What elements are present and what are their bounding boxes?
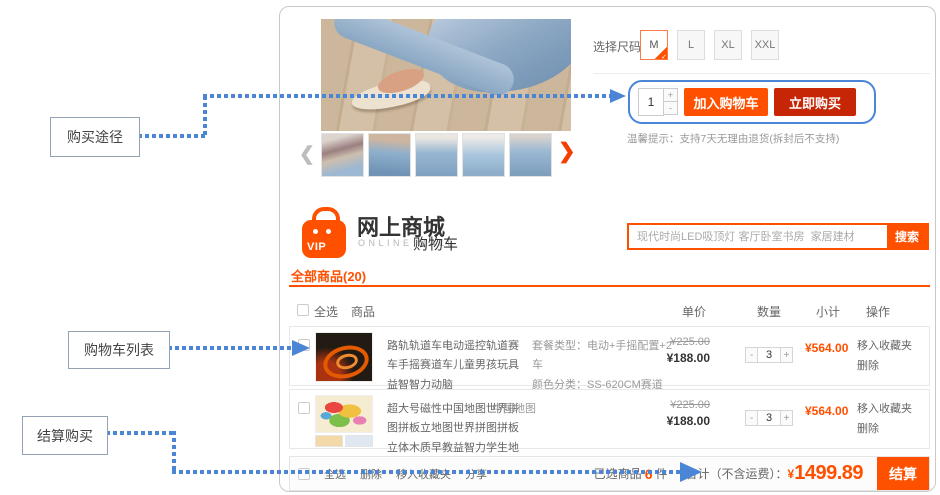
col-quantity: 数量: [757, 303, 781, 320]
annotation-checkout-label: 结算购买: [37, 426, 93, 446]
increase-button[interactable]: +: [780, 347, 793, 363]
select-all-checkbox[interactable]: [297, 304, 309, 316]
selected-check-icon: ✓: [655, 47, 667, 59]
size-option-xl[interactable]: XL: [714, 30, 742, 60]
annotation-arrowhead: [610, 89, 626, 103]
annotation-line: [168, 346, 292, 350]
size-options: M ✓ L XL XXL: [640, 30, 779, 60]
row-quantity-stepper: - +: [745, 347, 793, 363]
col-subtotal: 小计: [816, 303, 840, 320]
thumbnail-3[interactable]: [415, 133, 458, 177]
price-block: ¥225.00 ¥188.00: [638, 399, 710, 428]
annotation-cart-list: 购物车列表: [68, 331, 170, 369]
product-spec: 中国地图: [492, 400, 632, 419]
annotation-cart-list-label: 购物车列表: [84, 340, 154, 360]
current-price: ¥188.00: [638, 351, 710, 365]
map-sub-thumbnails: [315, 435, 373, 447]
total-amount: 1499.89: [794, 462, 863, 485]
row-quantity-input[interactable]: [758, 410, 780, 426]
product-main-image[interactable]: [321, 19, 571, 131]
section-underline: [289, 285, 930, 287]
mall-logo[interactable]: VIP: [301, 208, 349, 260]
quantity-increase-button[interactable]: +: [663, 88, 678, 102]
thumbnail-strip: [321, 133, 552, 177]
thumbnail-2[interactable]: [368, 133, 411, 177]
current-price: ¥188.00: [638, 414, 710, 428]
annotation-arrowhead: [292, 340, 310, 356]
cart-section-title: 全部商品(20): [291, 266, 366, 285]
move-to-favorites-link[interactable]: 移入收藏夹: [857, 337, 912, 357]
row-quantity-input[interactable]: [758, 347, 780, 363]
annotation-purchase-path: 购买途径: [50, 117, 140, 157]
cart-row-track-toy: 路轨轨道车电动遥控轨道赛车手摇赛道车儿童男孩玩具益智智力动脑 套餐类型：电动+手…: [289, 326, 930, 386]
annotation-line: [106, 431, 174, 435]
delete-link[interactable]: 删除: [857, 420, 912, 440]
product-title[interactable]: 路轨轨道车电动遥控轨道赛车手摇赛道车儿童男孩玩具益智智力动脑: [387, 337, 529, 395]
col-actions: 操作: [866, 303, 890, 320]
annotation-purchase-path-label: 购买途径: [67, 127, 123, 147]
annotation-arrowhead: [680, 462, 702, 482]
china-map-image: [315, 395, 373, 433]
row-actions: 移入收藏夹 删除: [857, 400, 912, 440]
total-currency: ¥: [788, 467, 795, 481]
size-option-xxl[interactable]: XXL: [751, 30, 779, 60]
annotation-line: [138, 134, 206, 138]
price-block: ¥225.00 ¥188.00: [638, 336, 710, 365]
divider: [593, 73, 930, 74]
return-policy-tip: 温馨提示：支持7天无理由退货(拆封后不支持): [627, 131, 839, 146]
thumbnail-4[interactable]: [462, 133, 505, 177]
size-option-m[interactable]: M ✓: [640, 30, 668, 60]
annotation-line: [203, 96, 207, 138]
col-product: 商品: [351, 303, 375, 320]
page-title: 购物车: [413, 233, 458, 254]
quantity-input[interactable]: [638, 88, 664, 116]
cart-row-china-map: 超大号磁性中国地图世界拼图拼板立地图世界拼图拼板立体木质早教益智力学生地理男 中…: [289, 389, 930, 449]
shop-panel: ❮ ❯ 选择尺码： M ✓ L XL XXL + - 加入购物车 立即购买: [279, 6, 936, 492]
delete-link[interactable]: 删除: [857, 357, 912, 377]
thumbnail-5[interactable]: [509, 133, 552, 177]
product-thumbnail-track-toy[interactable]: [315, 332, 373, 382]
quantity-stepper: + -: [663, 88, 678, 116]
original-price: ¥225.00: [638, 399, 710, 411]
search-button[interactable]: 搜索: [887, 225, 927, 248]
annotation-line: [172, 470, 680, 474]
search-input[interactable]: [629, 225, 895, 248]
row-quantity-stepper: - +: [745, 410, 793, 426]
decrease-button[interactable]: -: [745, 347, 758, 363]
track-toy-image: [315, 332, 373, 382]
move-to-favorites-link[interactable]: 移入收藏夹: [857, 400, 912, 420]
col-select-all: 全选: [314, 303, 338, 320]
thumbnail-1[interactable]: [321, 133, 364, 177]
original-price: ¥225.00: [638, 336, 710, 348]
checkout-button[interactable]: 结算: [877, 457, 929, 490]
buy-now-button[interactable]: 立即购买: [774, 88, 856, 116]
add-to-cart-button[interactable]: 加入购物车: [684, 88, 768, 116]
increase-button[interactable]: +: [780, 410, 793, 426]
annotation-checkout: 结算购买: [22, 416, 108, 455]
cart-table-header: 全选 商品 单价 数量 小计 操作: [289, 297, 930, 323]
screenshot-stage: ❮ ❯ 选择尺码： M ✓ L XL XXL + - 加入购物车 立即购买: [0, 0, 940, 495]
decrease-button[interactable]: -: [745, 410, 758, 426]
annotation-line: [172, 431, 176, 474]
quantity-decrease-button[interactable]: -: [663, 101, 678, 115]
next-arrow-icon[interactable]: ❯: [558, 139, 576, 164]
prev-arrow-icon[interactable]: ❮: [299, 143, 315, 166]
annotation-line: [203, 94, 610, 98]
col-unit-price: 单价: [682, 303, 706, 320]
row-actions: 移入收藏夹 删除: [857, 337, 912, 377]
product-thumbnail-china-map[interactable]: [315, 395, 373, 447]
search-bar: 搜索: [627, 223, 929, 250]
row-checkbox[interactable]: [298, 402, 310, 414]
size-option-l[interactable]: L: [677, 30, 705, 60]
vip-badge: VIP: [307, 241, 326, 253]
